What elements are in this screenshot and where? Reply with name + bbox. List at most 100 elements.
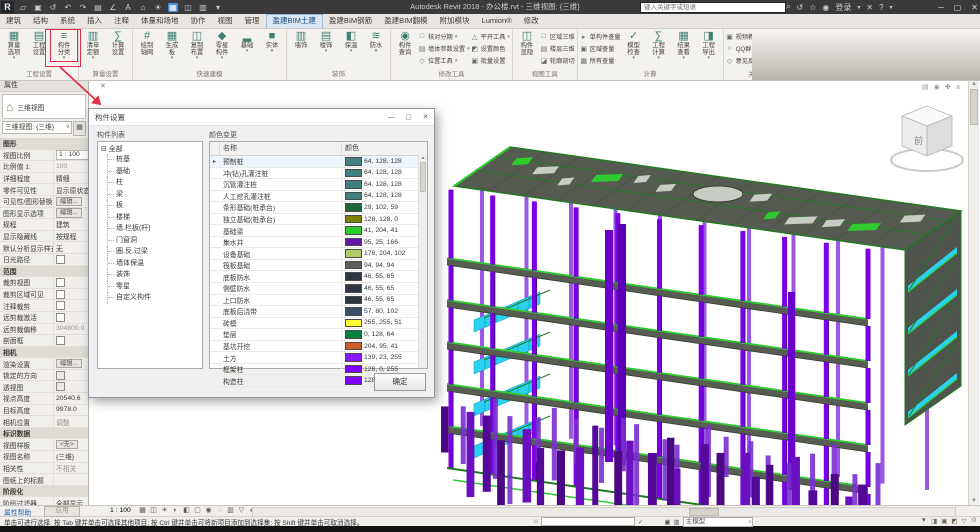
scroll-down-icon[interactable]: ▼ — [969, 498, 979, 504]
section-icon[interactable]: ◫ — [183, 3, 193, 12]
tree-item-零星[interactable]: 零星 — [107, 281, 202, 293]
ok-button[interactable]: 确定 — [374, 373, 426, 391]
color-table-row[interactable]: 集水井95, 25, 166 — [210, 237, 427, 249]
ribbon-tab-盈建BIM土建[interactable]: 盈建BIM土建 — [266, 14, 323, 28]
ribbon-button-single-query[interactable]: ▸单构件查量 — [580, 31, 621, 42]
edit-type-button[interactable]: ▦ — [73, 121, 86, 136]
property-row[interactable]: 剖面框 — [0, 335, 88, 347]
property-row[interactable]: 裁剪视图 — [0, 277, 88, 289]
dialog-close-icon[interactable]: ✕ — [417, 113, 434, 121]
ribbon-button-model-check[interactable]: ✓模型检查▾ — [622, 29, 646, 60]
redo-icon[interactable]: ↷ — [78, 3, 88, 12]
scrollbar-thumb[interactable] — [689, 508, 719, 516]
tree-item-桩基[interactable]: 桩基 — [107, 154, 202, 166]
ribbon-button-insulation[interactable]: ◧保温▾ — [339, 29, 363, 53]
checkbox[interactable] — [56, 301, 65, 310]
property-row[interactable]: 相机位置调整 — [0, 416, 88, 428]
ribbon-button-result-view[interactable]: ▦结果查看▾ — [672, 29, 696, 60]
property-row[interactable]: 视图名称{三维} — [0, 451, 88, 463]
dialog-title-bar[interactable]: 构件设置 — ▢ ✕ — [89, 109, 434, 126]
design-option-icon[interactable]: ▣ — [664, 518, 670, 526]
text-icon[interactable]: A — [123, 3, 133, 12]
scrollbar-thumb[interactable] — [970, 89, 978, 125]
ribbon-button-solid[interactable]: ■实体▾ — [260, 29, 284, 53]
tree-item-板[interactable]: 板 — [107, 200, 202, 212]
sun-icon[interactable]: ☀ — [153, 3, 163, 12]
dialog-minimize-icon[interactable]: — — [383, 114, 400, 121]
close-button[interactable]: ✕ — [971, 3, 978, 12]
chevron-down-icon[interactable]: ▾ — [890, 4, 893, 11]
property-row[interactable]: 比例值 1:100 — [0, 161, 88, 173]
save-icon[interactable]: ▣ — [33, 3, 43, 12]
checkbox[interactable] — [56, 290, 65, 299]
canvas-horizontal-scrollbar[interactable] — [252, 507, 956, 517]
color-table-row[interactable]: 基坑开挖204, 95, 41 — [210, 341, 427, 353]
edit-button[interactable]: 编辑... — [56, 197, 82, 207]
maximize-button[interactable]: ▢ — [954, 3, 962, 12]
tree-item-墙.栏板(杆)[interactable]: 墙.栏板(杆) — [107, 223, 202, 235]
color-swatch[interactable] — [345, 365, 362, 374]
color-swatch[interactable] — [345, 376, 362, 385]
color-table-row[interactable]: ▸预制桩64, 128, 128 — [210, 156, 427, 168]
worksets-icon[interactable]: ⌂ — [534, 518, 538, 525]
type-selector[interactable]: ⌂ 三维视图 — [2, 94, 86, 119]
link-icon[interactable]: ▥ — [674, 518, 680, 526]
ribbon-button-all-query[interactable]: ▦所有查量 — [580, 55, 621, 66]
ribbon-tab-管理[interactable]: 管理 — [239, 14, 266, 28]
edit-button[interactable]: 编辑... — [56, 359, 82, 369]
design-options-selector[interactable]: 主模型∨ — [683, 517, 753, 527]
property-row[interactable]: 透视图 — [0, 381, 88, 393]
tree-item-基础[interactable]: 基础 — [107, 166, 202, 178]
tree-root[interactable]: ⊟ 全部 — [98, 142, 202, 154]
color-table-row[interactable]: 人工挖孔灌注桩64, 128, 128 — [210, 191, 427, 203]
ribbon-tab-插入[interactable]: 插入 — [81, 14, 108, 28]
color-swatch[interactable] — [345, 203, 362, 212]
color-swatch[interactable] — [345, 261, 362, 270]
ribbon-button-wall-finish[interactable]: ▥墙饰 — [289, 29, 313, 49]
property-row[interactable]: 零件可见性显示原状态 — [0, 184, 88, 196]
color-swatch[interactable] — [345, 226, 362, 235]
tree-item-墙体保温[interactable]: 墙体保温 — [107, 258, 202, 270]
ribbon-button-list-quota[interactable]: ▥清单定额▾ — [81, 29, 105, 60]
ribbon-button-show-hide[interactable]: ◫构件显隐 — [515, 29, 539, 56]
checkbox[interactable] — [56, 382, 65, 391]
navigation-bar-icons[interactable]: ▤◉✚∧ — [922, 83, 966, 91]
canvas-vertical-scrollbar[interactable]: ▲ ▼ — [968, 81, 979, 505]
ribbon-button-region-3d[interactable]: □区域三维 — [540, 31, 575, 42]
color-swatch[interactable] — [345, 272, 362, 281]
color-swatch[interactable] — [345, 296, 362, 305]
ribbon-button-wall-params[interactable]: ▤墙体参数设置▾ — [418, 43, 470, 54]
ribbon-button-set-color[interactable]: ◩设置颜色 — [471, 43, 510, 54]
tree-item-楼梯[interactable]: 楼梯 — [107, 212, 202, 224]
ribbon-tab-结构[interactable]: 结构 — [27, 14, 54, 28]
tree-item-门窗洞[interactable]: 门窗洞 — [107, 235, 202, 247]
checkbox[interactable] — [56, 313, 65, 322]
property-row[interactable]: 渲染设置编辑... — [0, 358, 88, 370]
apply-button[interactable]: 应用 — [44, 506, 80, 517]
locked-3d-icon[interactable]: ▥ — [226, 506, 235, 515]
property-row[interactable]: 视点高度20540.6 — [0, 393, 88, 405]
visual-style-icon[interactable]: ◫ — [149, 506, 158, 515]
color-table-row[interactable]: 底板防水46, 55, 65 — [210, 271, 427, 283]
tree-item-装饰[interactable]: 装饰 — [107, 269, 202, 281]
color-table-row[interactable]: 垫层0, 128, 64 — [210, 329, 427, 341]
property-row[interactable]: 相关性不相关 — [0, 463, 88, 475]
property-row[interactable]: 可见性/图形替换编辑... — [0, 196, 88, 208]
editable-only-icon[interactable]: ▼ — [921, 517, 927, 525]
sign-in-link[interactable]: 登录 — [835, 2, 851, 13]
scroll-up-icon[interactable]: ▲ — [969, 81, 979, 87]
sun-path-icon[interactable]: ☀ — [160, 506, 169, 515]
minimize-button[interactable]: ─ — [938, 3, 944, 12]
property-row[interactable]: 目标高度9978.0 — [0, 405, 88, 417]
search-icon[interactable]: ⌕ — [786, 2, 790, 12]
measure-icon[interactable]: ∠ — [108, 3, 118, 12]
property-row[interactable]: 详细程度精细 — [0, 173, 88, 185]
ribbon-button-position-tools[interactable]: ◇位置工具▾ — [418, 55, 470, 66]
color-table-row[interactable]: 砖模255, 255, 51 — [210, 318, 427, 330]
ribbon-tab-修改[interactable]: 修改 — [518, 14, 545, 28]
ribbon-tab-注释[interactable]: 注释 — [108, 14, 135, 28]
color-table-row[interactable]: 沉管灌注桩64, 128, 128 — [210, 179, 427, 191]
crop-view-icon[interactable]: ◧ — [182, 506, 191, 515]
ribbon-button-qq-group[interactable]: ○QQ群 — [726, 43, 752, 54]
component-tree[interactable]: ⊟ 全部桩基基础柱梁板楼梯墙.栏板(杆)门窗洞圈.反.过梁墙体保温装饰零星自定义… — [97, 141, 203, 369]
